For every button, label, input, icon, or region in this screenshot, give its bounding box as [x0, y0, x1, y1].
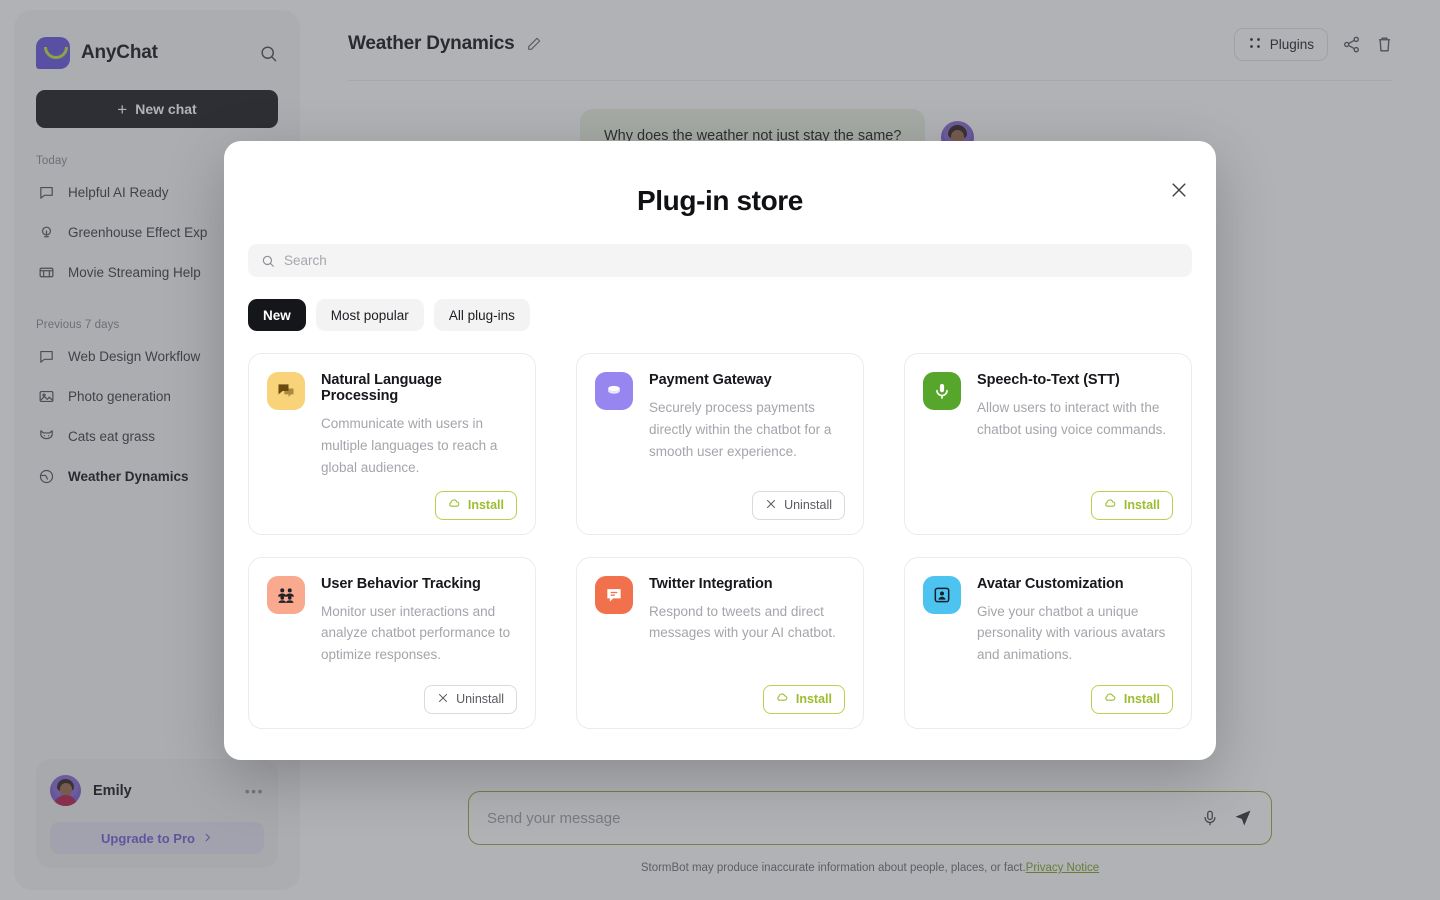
plugin-card[interactable]: Twitter Integration Respond to tweets an…: [576, 556, 864, 729]
plugin-description: Respond to tweets and direct messages wi…: [649, 603, 836, 641]
plugin-grid: Natural Language Processing Communicate …: [248, 353, 1192, 729]
plugin-card[interactable]: Speech-to-Text (STT) Allow users to inte…: [904, 353, 1192, 535]
cloud-download-icon: [776, 691, 789, 707]
plugin-title: Speech-to-Text (STT): [977, 372, 1120, 388]
uninstall-button[interactable]: Uninstall: [424, 684, 517, 714]
plugin-title: User Behavior Tracking: [321, 575, 481, 592]
close-icon: [765, 498, 777, 513]
close-icon: [437, 692, 449, 707]
uninstall-button[interactable]: Uninstall: [752, 490, 845, 520]
install-button[interactable]: Install: [1090, 490, 1173, 520]
install-label: Install: [467, 498, 504, 513]
install-button[interactable]: Install: [1090, 684, 1173, 714]
plugin-description: Give your chatbot a unique personality w…: [977, 603, 1166, 663]
plugin-body: User Behavior Tracking Monitor user inte…: [321, 576, 517, 714]
plugin-body: Twitter Integration Respond to tweets an…: [649, 576, 845, 714]
uninstall-label: Uninstall: [784, 498, 832, 513]
install-button[interactable]: Install: [434, 490, 517, 520]
microphone-icon: [923, 372, 961, 410]
plugin-title: Twitter Integration: [649, 575, 773, 592]
plugin-action-row: Uninstall: [649, 479, 845, 520]
message-square-icon: [595, 575, 633, 614]
portrait-icon: [923, 575, 961, 614]
plugin-action-row: Install: [977, 673, 1173, 714]
plugin-description: Communicate with users in multiple langu…: [321, 416, 498, 475]
plugin-action-row: Uninstall: [321, 673, 517, 714]
filter-pills: New Most popular All plug-ins: [248, 299, 1192, 331]
plugin-action-row: Install: [321, 479, 517, 520]
modal-title: Plug-in store: [637, 185, 803, 216]
plugin-description: Allow users to interact with the chatbot…: [977, 400, 1167, 437]
uninstall-label: Uninstall: [456, 692, 504, 707]
coins-icon: [595, 372, 633, 410]
plugin-body: Payment Gateway Securely process payment…: [649, 372, 845, 520]
plugin-title: Natural Language Processing: [321, 372, 442, 404]
install-label: Install: [1123, 498, 1160, 513]
plugin-action-row: Install: [977, 479, 1173, 520]
plugin-store-modal: Plug-in store New Most popular All plug-…: [224, 141, 1216, 760]
close-icon[interactable]: [1164, 175, 1194, 205]
cloud-download-icon: [1104, 691, 1117, 707]
cloud-download-icon: [448, 497, 461, 513]
plugin-description: Securely process payments directly withi…: [649, 400, 832, 459]
plugin-body: Speech-to-Text (STT) Allow users to inte…: [977, 372, 1173, 520]
filter-new[interactable]: New: [248, 299, 306, 331]
filter-all-plugins[interactable]: All plug-ins: [433, 299, 530, 331]
plugin-body: Natural Language Processing Communicate …: [321, 372, 517, 520]
filter-most-popular[interactable]: Most popular: [315, 299, 424, 331]
plugin-title: Avatar Customization: [977, 575, 1124, 592]
search-input[interactable]: [284, 253, 1179, 268]
install-label: Install: [795, 692, 832, 707]
plugin-action-row: Install: [649, 673, 845, 714]
plugin-card[interactable]: Avatar Customization Give your chatbot a…: [904, 556, 1192, 729]
plugin-card[interactable]: Payment Gateway Securely process payment…: [576, 353, 864, 535]
cloud-download-icon: [1104, 497, 1117, 513]
people-group-icon: [267, 575, 305, 614]
plugin-description: Monitor user interactions and analyze ch…: [321, 603, 511, 663]
app-root: AnyChat + New chat Today Helpful AI Read…: [0, 0, 1440, 900]
install-button[interactable]: Install: [762, 684, 845, 714]
plugin-card[interactable]: User Behavior Tracking Monitor user inte…: [248, 556, 536, 729]
plugin-search[interactable]: [248, 244, 1192, 277]
install-label: Install: [1123, 692, 1160, 707]
chat-bubbles-icon: [267, 372, 305, 410]
plugin-body: Avatar Customization Give your chatbot a…: [977, 576, 1173, 714]
plugin-card[interactable]: Natural Language Processing Communicate …: [248, 353, 536, 535]
plugin-title: Payment Gateway: [649, 372, 772, 388]
search-icon: [261, 254, 275, 268]
